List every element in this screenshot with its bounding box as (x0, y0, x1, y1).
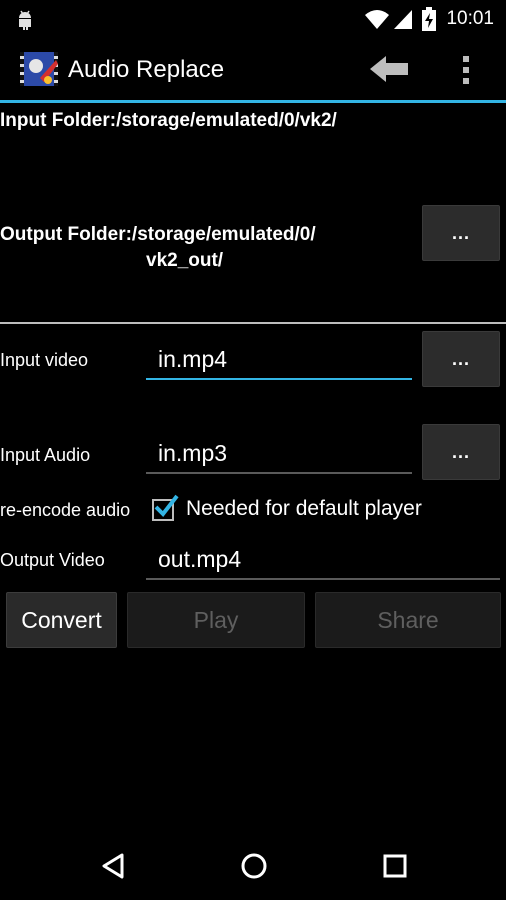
nav-recents-icon[interactable] (382, 853, 408, 879)
input-folder-label: Input Folder:/storage/emulated/0/vk2/ (0, 110, 337, 131)
share-button[interactable]: Share (315, 592, 501, 648)
back-arrow-icon[interactable] (368, 54, 410, 84)
section-divider (0, 322, 506, 324)
output-video-field[interactable]: out.mp4 (158, 546, 241, 573)
navigation-bar (0, 830, 506, 900)
input-audio-label: Input Audio (0, 445, 91, 465)
output-folder-browse-button[interactable]: ... (422, 205, 500, 261)
cell-signal-icon (394, 10, 412, 29)
reencode-hint: Needed for default player (186, 497, 422, 520)
output-folder-line2: vk2_out/ (146, 250, 224, 271)
action-bar-divider (0, 100, 506, 103)
android-debug-icon (19, 10, 31, 30)
wifi-icon (365, 10, 389, 29)
output-folder-line1: Output Folder:/storage/emulated/0/ (0, 224, 316, 245)
app-logo-icon (20, 52, 58, 86)
reencode-label: re-encode audio (0, 500, 131, 520)
input-audio-browse-button[interactable]: ... (422, 424, 500, 480)
input-video-label: Input video (0, 350, 89, 370)
input-audio-underline (146, 472, 412, 474)
output-folder-label: Output Folder:/storage/emulated/0/ vk2_o… (0, 222, 420, 274)
input-audio-field[interactable]: in.mp3 (158, 440, 227, 467)
input-video-field[interactable]: in.mp4 (158, 346, 227, 373)
status-bar: 10:01 (0, 0, 506, 38)
checkmark-icon (154, 494, 179, 518)
output-video-label: Output Video (0, 550, 105, 570)
convert-button[interactable]: Convert (6, 592, 117, 648)
reencode-checkbox[interactable] (152, 494, 179, 521)
input-video-underline (146, 378, 412, 380)
overflow-menu-icon[interactable] (458, 54, 474, 86)
nav-back-icon[interactable] (100, 852, 126, 880)
app-title: Audio Replace (68, 56, 225, 83)
clock: 10:01 (446, 8, 494, 29)
battery-charging-icon (422, 7, 436, 31)
play-button[interactable]: Play (127, 592, 305, 648)
nav-home-icon[interactable] (240, 852, 268, 880)
output-video-underline (146, 578, 500, 580)
input-video-browse-button[interactable]: ... (422, 331, 500, 387)
